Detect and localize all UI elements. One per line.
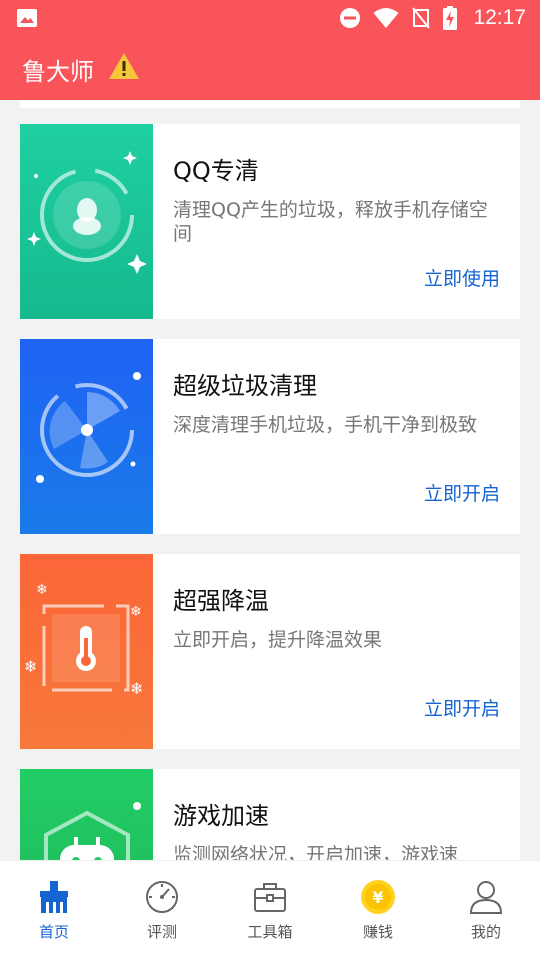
content-scroll[interactable]: QQ专清 清理QQ产生的垃圾，释放手机存储空间 立即使用 超级垃圾清理 深度清理… [0, 100, 540, 860]
game-boost-illustration [20, 769, 153, 860]
nav-label: 首页 [38, 923, 69, 941]
svg-text:❄: ❄ [130, 679, 143, 698]
status-bar: 12:17 [0, 0, 540, 36]
do-not-disturb-icon [340, 8, 361, 28]
previous-card-edge [20, 100, 520, 108]
battery-charging-icon [443, 6, 458, 30]
use-now-button[interactable]: 立即使用 [424, 264, 500, 291]
nav-item-toolbox[interactable]: 工具箱 [216, 861, 324, 961]
card-title: 游戏加速 [173, 802, 269, 830]
nav-label: 工具箱 [247, 923, 293, 941]
open-now-button[interactable]: 立即开启 [424, 479, 500, 506]
wifi-icon [373, 8, 399, 28]
toolbox-icon [254, 883, 286, 912]
card-description: 深度清理手机垃圾，手机干净到极致 [173, 414, 478, 436]
nav-item-home[interactable]: 首页 [0, 861, 108, 961]
nav-label: 评测 [146, 923, 177, 941]
open-now-button[interactable]: 立即开启 [424, 694, 500, 721]
nav-label: 赚钱 [362, 923, 393, 941]
nav-label: 我的 [470, 923, 501, 941]
qq-clean-illustration [20, 124, 153, 319]
svg-text:❄: ❄ [130, 604, 142, 620]
cooling-illustration: ❄ ❄ ❄ ❄ [20, 554, 153, 749]
gauge-icon [146, 881, 178, 913]
bottom-navigation: 首页 评测 工具箱 ¥ 赚钱 我的 [0, 860, 540, 961]
app-bar: 鲁大师 [0, 36, 540, 100]
card-cooling[interactable]: ❄ ❄ ❄ ❄ 超强降温 立即开启，提升降温效果 立即开启 [20, 554, 520, 749]
svg-text:❄: ❄ [36, 582, 48, 598]
junk-clean-illustration [20, 339, 153, 534]
nav-item-earn[interactable]: ¥ 赚钱 [324, 861, 432, 961]
card-description: 清理QQ产生的垃圾，释放手机存储空间 [173, 199, 488, 245]
nav-item-benchmark[interactable]: 评测 [108, 861, 216, 961]
card-title: 超强降温 [173, 587, 269, 615]
svg-text:❄: ❄ [24, 657, 37, 676]
card-title: 超级垃圾清理 [173, 372, 317, 400]
warning-icon[interactable] [108, 52, 140, 80]
gallery-icon [17, 9, 37, 27]
nav-item-profile[interactable]: 我的 [432, 861, 540, 961]
app-title: 鲁大师 [22, 58, 94, 86]
broom-icon [40, 881, 68, 913]
card-title: QQ专清 [173, 157, 259, 185]
status-time: 12:17 [473, 6, 526, 29]
person-icon [469, 881, 503, 914]
card-description: 监测网络状况，开启加速，游戏速 [173, 844, 459, 860]
no-signal-icon [412, 7, 431, 29]
card-qq-clean[interactable]: QQ专清 清理QQ产生的垃圾，释放手机存储空间 立即使用 [20, 124, 520, 319]
card-description: 立即开启，提升降温效果 [173, 629, 383, 651]
card-game-boost[interactable]: 游戏加速 监测网络状况，开启加速，游戏速 [20, 769, 520, 860]
coin-icon: ¥ [361, 880, 395, 914]
svg-text:¥: ¥ [372, 888, 383, 907]
card-junk-clean[interactable]: 超级垃圾清理 深度清理手机垃圾，手机干净到极致 立即开启 [20, 339, 520, 534]
